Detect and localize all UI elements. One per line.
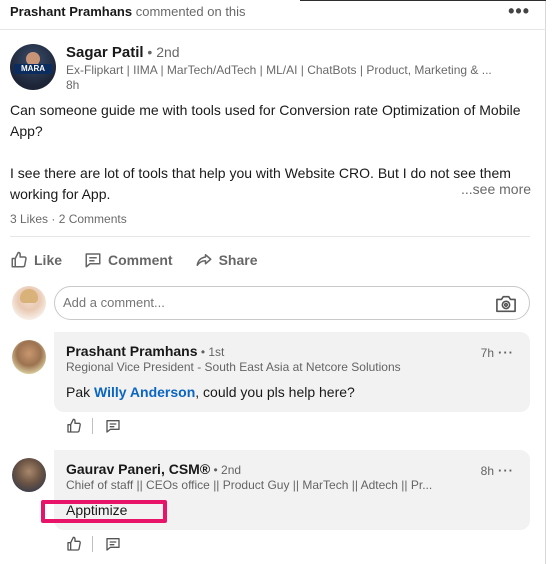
thumbs-up-icon xyxy=(67,418,81,433)
right-rail xyxy=(546,0,560,564)
divider xyxy=(10,236,530,237)
window-top-edge xyxy=(300,0,546,1)
post-commentary: Can someone guide me with tools used for… xyxy=(10,100,532,205)
commenter-degree: • 2nd xyxy=(210,463,242,477)
post-author-degree: • 2nd xyxy=(143,44,180,60)
share-icon xyxy=(196,254,212,266)
comments-count[interactable]: 2 Comments xyxy=(59,212,127,226)
current-user-avatar xyxy=(12,286,46,320)
comment-options-icon[interactable]: ··· xyxy=(498,345,514,360)
commenter-headline: Chief of staff || CEOs office || Product… xyxy=(66,478,433,492)
comment-input[interactable] xyxy=(63,295,463,310)
reply-icon xyxy=(106,420,120,433)
comment-options-icon[interactable]: ··· xyxy=(498,463,514,478)
commenter-avatar[interactable] xyxy=(12,458,46,492)
header-context: Prashant Pramhans commented on this xyxy=(10,4,246,19)
commenter-headline: Regional Vice President - South East Asi… xyxy=(66,360,401,374)
commenter-name[interactable]: Prashant Pramhans xyxy=(66,343,198,359)
comment-label: Comment xyxy=(108,252,173,268)
annotation-highlight-box xyxy=(41,500,167,523)
commenter-name-line[interactable]: Gaurav Paneri, CSM® • 2nd xyxy=(66,461,241,477)
comment-actions xyxy=(66,418,121,434)
camera-icon[interactable] xyxy=(495,294,517,314)
comment-actions xyxy=(66,536,121,552)
comment-text-suffix: , could you pls help here? xyxy=(195,384,355,400)
comment-actions-divider xyxy=(92,418,93,434)
reply-icon xyxy=(106,538,120,551)
post-author[interactable]: Sagar Patil • 2nd xyxy=(66,44,180,61)
comment-time: 8h xyxy=(480,464,494,478)
comment-icon xyxy=(85,253,101,268)
update-header: Prashant Pramhans commented on this ••• xyxy=(0,0,546,30)
thumbs-up-icon xyxy=(67,536,81,551)
share-button[interactable]: Share xyxy=(195,248,258,272)
comment-item: Prashant Pramhans • 1st Regional Vice Pr… xyxy=(54,332,530,412)
comment-actions-divider xyxy=(92,536,93,552)
social-counts: 3 Likes · 2 Comments xyxy=(10,212,127,226)
feed-update-card: Prashant Pramhans commented on this ••• … xyxy=(0,0,546,564)
commentary-paragraph-1: Can someone guide me with tools used for… xyxy=(10,102,521,139)
comment-reply-button[interactable] xyxy=(105,536,121,552)
header-action-text: commented on this xyxy=(132,4,246,19)
commenter-avatar[interactable] xyxy=(12,340,46,374)
like-button[interactable]: Like xyxy=(10,248,62,272)
post-author-name[interactable]: Sagar Patil xyxy=(66,44,144,61)
commenter-degree: • 1st xyxy=(197,345,225,359)
post-author-headline: Ex-Flipkart | IIMA | MarTech/AdTech | ML… xyxy=(66,63,492,77)
commentary-paragraph-2: I see there are lot of tools that help y… xyxy=(10,165,511,202)
commenter-name[interactable]: Gaurav Paneri, CSM® xyxy=(66,461,210,477)
comment-like-button[interactable] xyxy=(66,536,82,552)
current-user-avatar-hair xyxy=(20,289,38,303)
comment-like-button[interactable] xyxy=(66,418,82,434)
mention-link[interactable]: Willy Anderson xyxy=(94,384,195,400)
comment-meta: 8h ··· xyxy=(481,463,514,478)
more-options-icon[interactable]: ••• xyxy=(508,1,530,22)
commenter-name-line[interactable]: Prashant Pramhans • 1st xyxy=(66,343,224,359)
header-actor-name[interactable]: Prashant Pramhans xyxy=(10,4,132,19)
like-label: Like xyxy=(34,252,63,268)
comment-meta: 7h ··· xyxy=(481,345,514,360)
comment-time: 7h xyxy=(480,346,494,360)
comment-box[interactable] xyxy=(54,286,530,320)
thumbs-up-icon xyxy=(11,251,27,268)
share-label: Share xyxy=(218,252,258,268)
post-time: 8h xyxy=(66,78,80,92)
see-more-button[interactable]: ...see more xyxy=(459,181,532,197)
author-avatar-banner: MARA xyxy=(14,64,52,74)
comment-text: Pak Willy Anderson, could you pls help h… xyxy=(66,384,355,400)
comment-text-prefix: Pak xyxy=(66,384,95,400)
author-avatar[interactable]: MARA xyxy=(10,44,56,90)
comment-reply-button[interactable] xyxy=(105,418,121,434)
social-action-bar: Like Comment Share xyxy=(10,248,280,272)
comment-button[interactable]: Comment xyxy=(84,248,173,272)
likes-count[interactable]: 3 Likes xyxy=(10,212,48,226)
social-separator: · xyxy=(48,212,59,226)
